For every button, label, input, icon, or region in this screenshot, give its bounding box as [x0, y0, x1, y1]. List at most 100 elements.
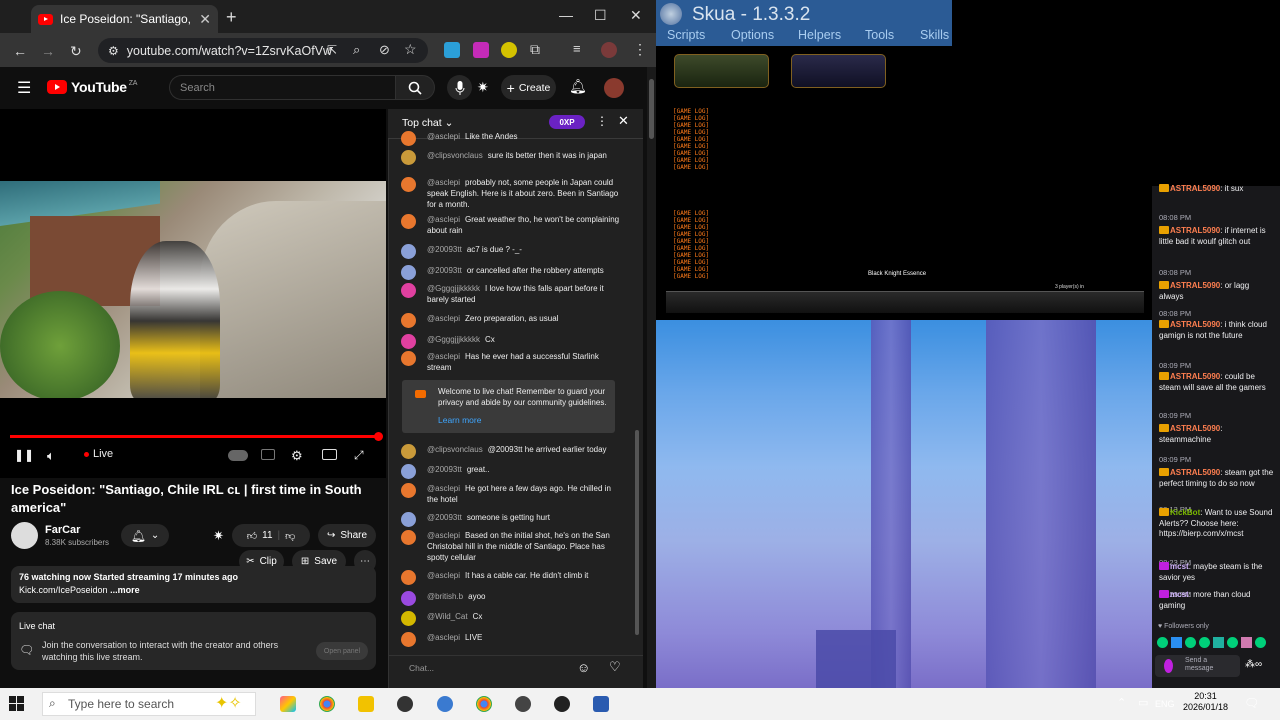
menu-options[interactable]: Options	[731, 28, 774, 42]
chat-avatar[interactable]	[401, 632, 416, 647]
voice-search-button[interactable]	[447, 75, 472, 100]
browser-tab[interactable]: Ice Poseidon: "Santiago, Chile I ✕	[31, 5, 218, 33]
chat-username[interactable]: @20093tt	[427, 266, 462, 275]
hamburger-menu-icon[interactable]: ☰	[17, 78, 31, 98]
search-button[interactable]	[395, 75, 435, 100]
stream-chat-username[interactable]: mcst	[1170, 590, 1189, 599]
close-window-button[interactable]: ✕	[630, 7, 642, 24]
page-scrollbar[interactable]	[647, 67, 656, 688]
top-chat-dropdown[interactable]: Top chat ⌄	[402, 117, 453, 129]
autoplay-toggle[interactable]	[228, 450, 248, 461]
chat-avatar[interactable]	[401, 591, 416, 606]
chat-username[interactable]: @asclepi	[427, 352, 460, 361]
chat-username[interactable]: @clipsvonclaus	[427, 151, 483, 160]
tray-chevron-icon[interactable]: ⌃	[1117, 696, 1126, 709]
stream-chat-username[interactable]: ASTRAL5090	[1170, 424, 1220, 433]
profile-avatar[interactable]	[601, 42, 617, 58]
chat-input[interactable]: Chat...	[401, 660, 577, 676]
open-panel-button[interactable]: Open panel	[316, 642, 368, 660]
chat-username[interactable]: @asclepi	[427, 484, 460, 493]
stream-chat-username[interactable]: ASTRAL5090	[1170, 372, 1220, 381]
chat-username[interactable]: @asclepi	[427, 531, 460, 540]
search-input[interactable]: Search	[169, 75, 395, 100]
chat-avatar[interactable]	[401, 483, 416, 498]
more-link[interactable]: ...more	[110, 585, 140, 595]
extension-1-icon[interactable]	[444, 42, 460, 58]
chat-username[interactable]: @british.b	[427, 592, 463, 601]
chat-avatar[interactable]	[401, 530, 416, 545]
stream-chat-username[interactable]: ASTRAL5090	[1170, 226, 1220, 235]
chat-avatar[interactable]	[401, 244, 416, 259]
chat-avatar[interactable]	[401, 611, 416, 626]
volume-button[interactable]: 🔈︎	[47, 448, 55, 464]
share-button[interactable]: ↪ Share	[318, 524, 376, 547]
heart-icon[interactable]: ♡	[609, 659, 621, 675]
stream-chat-username[interactable]: mcst	[1170, 562, 1189, 571]
description-box[interactable]: 76 watching now Started streaming 17 min…	[11, 566, 376, 603]
extension-2-icon[interactable]	[473, 42, 489, 58]
install-icon[interactable]: ⇱	[327, 43, 337, 57]
notifications-icon[interactable]: 🗨︎	[1244, 696, 1259, 710]
reload-icon[interactable]: ↻	[70, 43, 82, 60]
forward-icon[interactable]: →	[41, 43, 55, 59]
game-scene[interactable]	[656, 320, 1152, 688]
chrome-menu-icon[interactable]: ⋮	[633, 41, 647, 58]
video-progress-bar[interactable]	[10, 432, 383, 441]
chat-avatar[interactable]	[401, 150, 416, 165]
emote-row[interactable]	[1157, 637, 1275, 649]
menu-skills[interactable]: Skills	[920, 28, 949, 42]
file-explorer-icon[interactable]	[358, 696, 374, 712]
stream-chat-username[interactable]: ASTRAL5090	[1170, 320, 1220, 329]
stream-chat-username[interactable]: ASTRAL5090	[1170, 184, 1220, 193]
scrubber-handle[interactable]	[374, 432, 383, 441]
account-avatar[interactable]	[604, 78, 624, 98]
live-cast-icon[interactable]: ✷	[477, 79, 489, 96]
like-button[interactable]: 👍︎ 11	[247, 530, 273, 542]
chat-username[interactable]: @20093tt	[427, 465, 462, 474]
chat-username[interactable]: @20093tt	[427, 245, 462, 254]
stream-chat-username[interactable]: ASTRAL5090	[1170, 281, 1220, 290]
stream-chat-username[interactable]: ASTRAL5090	[1170, 468, 1220, 477]
subtitles-icon[interactable]	[261, 449, 275, 460]
chat-avatar[interactable]	[401, 351, 416, 366]
game-action-bar[interactable]	[666, 291, 1144, 313]
notifications-bell-icon[interactable]: 🔔︎	[569, 78, 587, 95]
chrome-taskbar-icon[interactable]	[319, 696, 335, 712]
app-icon-2[interactable]	[554, 696, 570, 712]
create-button[interactable]: + Create	[501, 75, 556, 100]
xp-badge[interactable]: 0XP	[549, 115, 585, 129]
ai-sparkle-icon[interactable]: ✷	[213, 528, 224, 544]
chat-avatar[interactable]	[401, 283, 416, 298]
chat-username[interactable]: @asclepi	[427, 314, 460, 323]
chat-avatar[interactable]	[401, 570, 416, 585]
channel-avatar[interactable]	[11, 522, 38, 549]
emoji-icon[interactable]: ☺	[577, 660, 590, 675]
back-icon[interactable]: ←	[13, 43, 27, 59]
chat-username[interactable]: @asclepi	[427, 633, 460, 642]
chat-more-icon[interactable]: ⋮	[596, 114, 608, 128]
copilot-icon[interactable]	[280, 696, 296, 712]
chat-avatar[interactable]	[401, 464, 416, 479]
youtube-logo[interactable]: YouTube ZA	[47, 79, 137, 95]
chat-avatar[interactable]	[401, 131, 416, 146]
chat-username[interactable]: @Ggggjjjkkkkk	[427, 335, 480, 344]
learn-more-link[interactable]: Learn more	[438, 415, 481, 425]
miniplayer-icon[interactable]	[322, 449, 337, 460]
app-icon-1[interactable]	[437, 696, 453, 712]
steam-icon[interactable]	[397, 696, 413, 712]
extension-3-icon[interactable]	[501, 42, 517, 58]
chat-avatar[interactable]	[401, 334, 416, 349]
chat-avatar[interactable]	[401, 214, 416, 229]
menu-helpers[interactable]: Helpers	[798, 28, 841, 42]
eye-off-icon[interactable]: ⊘	[379, 42, 390, 58]
settings-taskbar-icon[interactable]	[515, 696, 531, 712]
fullscreen-icon[interactable]: ⤢	[354, 448, 364, 463]
reading-list-icon[interactable]: ≡	[573, 41, 581, 56]
live-indicator[interactable]: Live	[84, 448, 113, 460]
chrome-taskbar-icon-2[interactable]	[476, 696, 492, 712]
subscribe-bell-button[interactable]: 🔔︎ ⌄	[121, 524, 169, 547]
new-tab-button[interactable]: +	[226, 7, 237, 28]
windows-start-icon[interactable]	[9, 696, 24, 711]
chat-settings-icon[interactable]: ⁂∞	[1245, 659, 1262, 670]
channel-name[interactable]: FarCar	[45, 524, 80, 536]
